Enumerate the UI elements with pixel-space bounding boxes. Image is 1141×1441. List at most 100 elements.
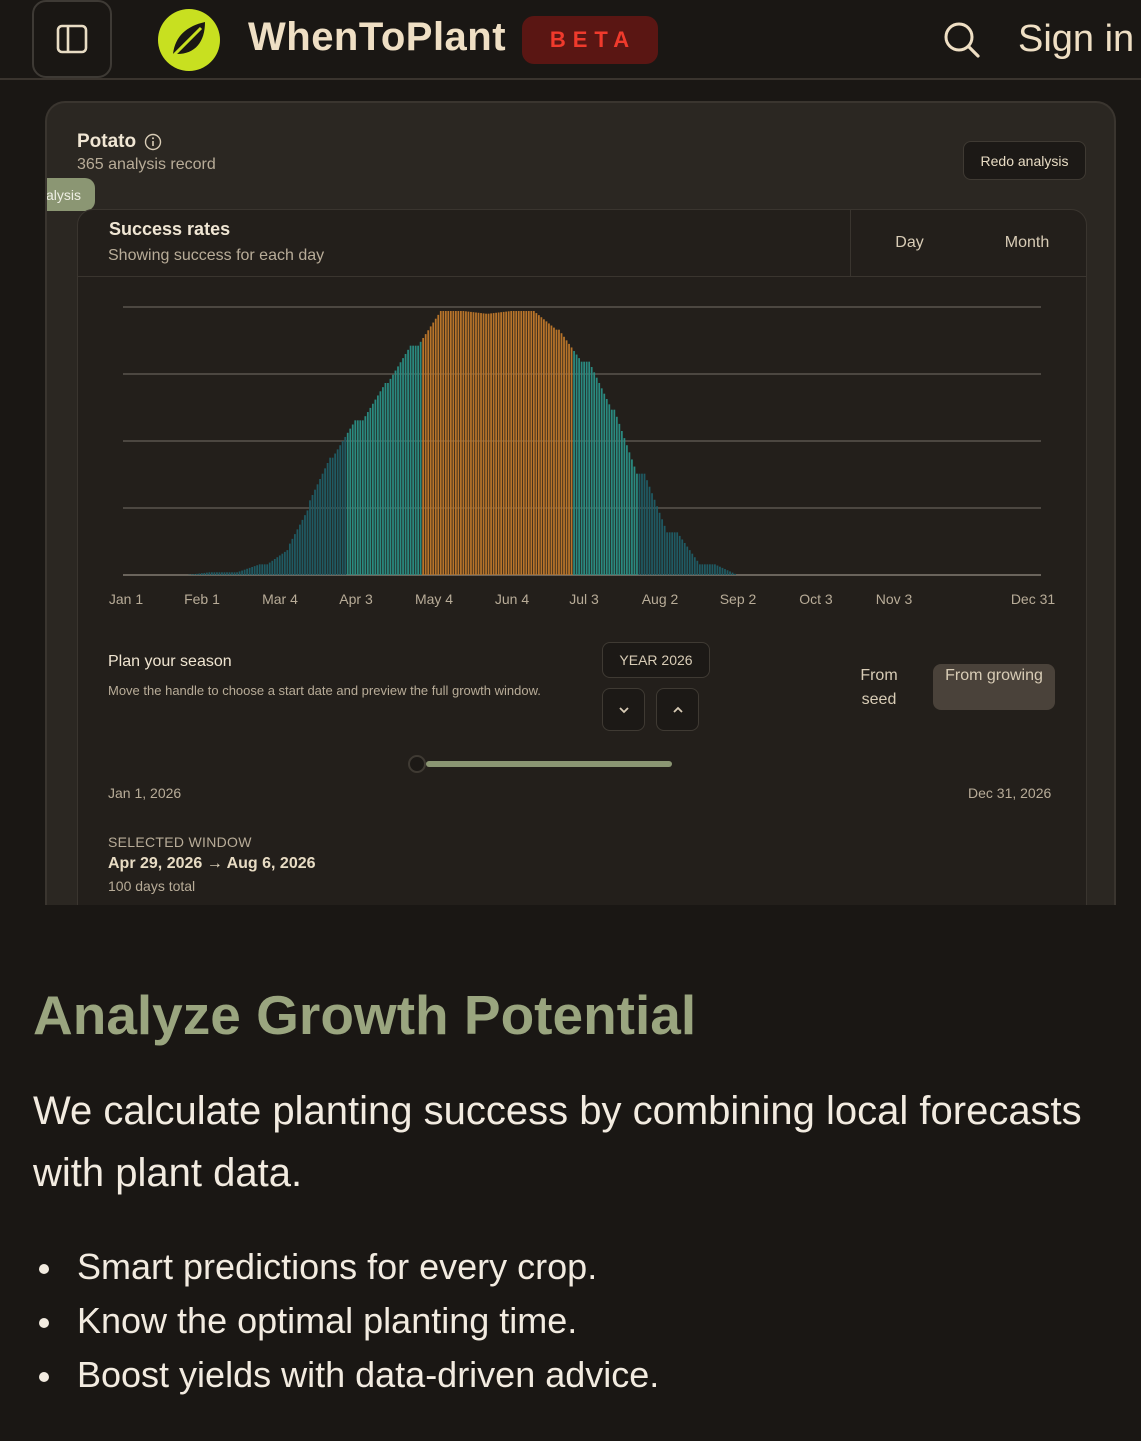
chart-bar bbox=[226, 572, 228, 575]
chart-bar bbox=[626, 445, 628, 575]
chart-bar bbox=[198, 573, 201, 575]
chart-bar bbox=[291, 538, 294, 575]
chart-bar bbox=[321, 473, 324, 575]
chart-bar bbox=[288, 543, 291, 575]
feature-list: Smart predictions for every crop. Know t… bbox=[33, 1240, 1113, 1402]
chart-bar bbox=[236, 572, 238, 575]
redo-analysis-button[interactable]: Redo analysis bbox=[963, 141, 1086, 180]
chart-bar bbox=[500, 312, 503, 575]
chart-bar bbox=[206, 572, 208, 575]
chart-bar bbox=[505, 311, 508, 575]
chart-bar bbox=[673, 532, 676, 575]
chart-bar bbox=[565, 340, 568, 575]
chart-bar bbox=[497, 312, 500, 575]
x-tick-label: Jan 1 bbox=[109, 591, 143, 607]
leaf-logo-icon[interactable] bbox=[157, 8, 221, 72]
chart-bar bbox=[578, 358, 580, 575]
chart-bar bbox=[540, 317, 543, 575]
chart-bar bbox=[221, 572, 223, 575]
info-icon[interactable] bbox=[144, 133, 162, 151]
chart-bar bbox=[190, 574, 193, 575]
sidebar-toggle-button[interactable] bbox=[32, 0, 112, 78]
chart-bar bbox=[336, 449, 339, 575]
chart-bar bbox=[573, 351, 575, 575]
chart-bar bbox=[273, 559, 276, 575]
chart-bar bbox=[351, 424, 354, 575]
chart-bar bbox=[646, 480, 648, 575]
chart-bar bbox=[195, 573, 198, 575]
chart-bar bbox=[590, 367, 593, 575]
sign-in-link[interactable]: Sign in bbox=[1018, 18, 1134, 61]
toggle-day[interactable]: Day bbox=[850, 210, 968, 276]
chart-bar bbox=[510, 311, 513, 575]
chart-bar bbox=[349, 428, 352, 575]
chart-bar bbox=[339, 445, 342, 575]
chart-bar bbox=[585, 361, 588, 575]
chart-bar bbox=[457, 311, 460, 575]
x-tick-label: Sep 2 bbox=[720, 591, 757, 607]
chart-bar bbox=[218, 572, 221, 575]
chart-bar bbox=[238, 571, 241, 575]
chart-bar bbox=[394, 370, 397, 575]
brand-name[interactable]: WhenToPlant bbox=[248, 15, 506, 60]
chart-bar bbox=[560, 333, 563, 575]
chart-bar bbox=[600, 388, 603, 575]
chart-bar bbox=[454, 311, 457, 575]
chart-bar bbox=[668, 532, 671, 575]
chart-bar bbox=[527, 311, 530, 575]
feature-item: Know the optimal planting time. bbox=[33, 1294, 1113, 1348]
from-seed-toggle[interactable]: From seed bbox=[848, 664, 910, 710]
season-slider-handle[interactable] bbox=[408, 755, 426, 773]
chart-bar bbox=[719, 566, 721, 575]
from-growing-toggle[interactable]: From growing bbox=[933, 664, 1055, 710]
chart-bar bbox=[507, 311, 510, 575]
beta-badge: BETA bbox=[522, 16, 658, 64]
year-selector[interactable]: YEAR 2026 bbox=[602, 642, 710, 678]
chart-bar bbox=[711, 564, 714, 575]
chart-bar bbox=[656, 506, 658, 575]
chart-bar bbox=[716, 565, 719, 575]
chart-bar bbox=[522, 311, 525, 575]
chart-bar bbox=[696, 560, 699, 575]
chart-bar bbox=[366, 412, 369, 575]
year-down-button[interactable] bbox=[602, 688, 645, 731]
chart-bar bbox=[515, 311, 518, 575]
crop-title: Potato bbox=[77, 131, 162, 153]
toggle-month[interactable]: Month bbox=[968, 210, 1086, 276]
chart-bar bbox=[447, 311, 450, 575]
chart-bar bbox=[603, 393, 606, 575]
chart-bar bbox=[651, 493, 653, 575]
chart-bar bbox=[329, 457, 331, 575]
sidebar-toggle-icon bbox=[56, 24, 88, 54]
chart-bar bbox=[709, 564, 711, 575]
chart-bar bbox=[623, 438, 626, 575]
chart-bar bbox=[422, 337, 425, 575]
analysis-tab[interactable]: nalysis bbox=[47, 178, 95, 211]
chart-bar bbox=[460, 311, 462, 575]
chart-bar bbox=[382, 387, 384, 575]
season-slider-range[interactable] bbox=[426, 761, 672, 767]
chart-bar bbox=[520, 311, 523, 575]
chart-bar bbox=[495, 312, 497, 575]
chart-bar bbox=[412, 345, 414, 575]
chart-bar bbox=[676, 532, 679, 575]
chart-bar bbox=[256, 565, 259, 575]
chart-bar bbox=[319, 479, 321, 575]
success-rate-chart: Jan 1 Feb 1 Mar 4 Apr 3 May 4 Jun 4 Jul 3 Aug 2… bbox=[109, 306, 1055, 607]
chart-bar bbox=[706, 564, 709, 575]
chart-bar bbox=[535, 313, 538, 575]
chart-bar bbox=[417, 345, 420, 575]
chart-bar bbox=[532, 311, 535, 575]
x-tick-label: Apr 3 bbox=[339, 591, 373, 607]
search-icon[interactable] bbox=[940, 18, 984, 62]
chart-header: Success rates Showing success for each d… bbox=[78, 210, 1086, 277]
chart-bar bbox=[729, 571, 731, 575]
chart-bar bbox=[661, 519, 663, 575]
chart-bar bbox=[558, 329, 560, 575]
chart-bar bbox=[364, 416, 367, 575]
chart-bar bbox=[530, 311, 533, 575]
year-up-button[interactable] bbox=[656, 688, 699, 731]
chart-bar bbox=[512, 311, 515, 575]
chart-bar bbox=[261, 564, 264, 575]
range-end-date: Dec 31, 2026 bbox=[968, 785, 1052, 801]
